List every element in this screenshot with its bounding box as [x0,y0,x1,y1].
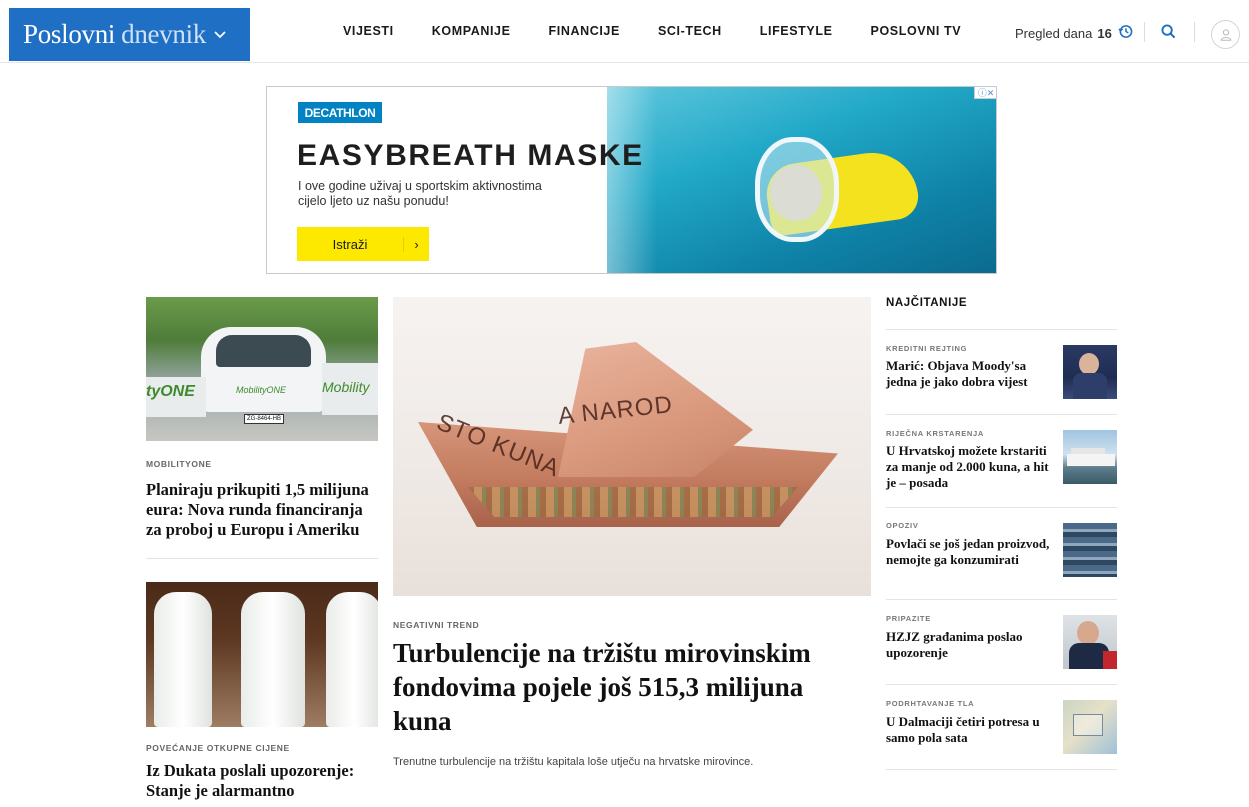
ad-text: I ove godine uživaj u sportskim aktivnos… [298,179,542,208]
ad-snorkel-image [537,87,996,273]
most-read-item[interactable]: KREDITNI REJTING Marić: Objava Moody'sa … [886,344,1117,399]
logo-part2: dnevnik [121,19,207,49]
nav-kompanije[interactable]: KOMPANIJE [432,24,511,38]
most-read-title[interactable]: U Dalmaciji četiri potresa u samo pola s… [886,714,1051,746]
main-article-description: Trenutne turbulencije na tržištu kapital… [393,756,754,768]
most-read-thumb[interactable] [1063,430,1117,484]
article-title[interactable]: Iz Dukata poslali upozorenje: Stanje je … [146,761,378,801]
most-read-item[interactable]: RIJEČNA KRSTARENJA U Hrvatskoj možete kr… [886,429,1117,490]
most-read-thumb[interactable] [1063,700,1117,754]
sidebar-divider [886,599,1117,600]
most-read-title[interactable]: Marić: Objava Moody'sa jedna je jako dob… [886,358,1051,390]
sidebar-divider [886,507,1117,508]
history-clock-icon [1112,24,1133,42]
main-article-image[interactable]: A NAROD STO KUNA [393,297,871,596]
most-read-item[interactable]: PODRHTAVANJE TLA U Dalmaciji četiri potr… [886,699,1117,754]
pregled-label: Pregled dana [1015,25,1093,41]
ad-title: EASYBREATH MASKE [297,139,644,172]
most-read-title[interactable]: HZJZ građanima poslao upozorenje [886,629,1051,661]
ad-cta-label: Istraži [332,236,368,252]
nav-vijesti[interactable]: VIJESTI [343,24,394,38]
article-image[interactable] [146,582,378,727]
article-kicker: MOBILITYONE [146,459,212,469]
article-card[interactable]: POVEĆANJE OTKUPNE CIJENE Iz Dukata posla… [146,582,378,801]
most-read-item[interactable]: PRIPAZITE HZJZ građanima poslao upozoren… [886,614,1117,669]
most-read-title[interactable]: Povlači se još jedan proizvod, nemojte g… [886,536,1051,568]
ad-cta-button[interactable]: Istraži › [297,227,429,261]
search-icon[interactable] [1161,24,1176,44]
most-read-title[interactable]: U Hrvatskoj možete krstariti za manje od… [886,443,1051,491]
article-kicker: POVEĆANJE OTKUPNE CIJENE [146,743,290,753]
most-read-heading: NAJČITANIJE [886,297,968,309]
logo-part1: Poslovni [23,19,116,49]
main-nav: VIJESTI KOMPANIJE FINANCIJE SCI-TECH LIF… [343,24,999,38]
sidebar-divider [886,414,1117,415]
nav-financije[interactable]: FINANCIJE [549,24,620,38]
most-read-item[interactable]: OPOZIV Povlači se još jedan proizvod, ne… [886,521,1117,577]
sidebar-divider [886,769,1117,770]
sidebar-divider [886,684,1117,685]
most-read-thumb[interactable] [1063,615,1117,669]
ad-banner[interactable]: DECATHLON EASYBREATH MASKE I ove godine … [266,86,997,274]
article-card[interactable]: tyONE Mobility MobilityONE ZG-8464-HB MO… [146,297,378,540]
ad-brand-logo: DECATHLON [298,102,382,123]
nav-poslovni-tv[interactable]: POSLOVNI TV [871,24,962,38]
most-read-thumb[interactable] [1063,345,1117,399]
header-separator [1144,22,1145,42]
header-separator [1194,22,1195,42]
main-article-kicker: NEGATIVNI TREND [393,620,480,630]
most-read-thumb[interactable] [1063,523,1117,577]
pregled-dana-link[interactable]: Pregled dana 16 [1015,24,1133,42]
ad-choices-icon[interactable]: ⓘ✕ [974,87,996,99]
chevron-down-icon [214,27,226,44]
nav-lifestyle[interactable]: LIFESTYLE [760,24,833,38]
article-title[interactable]: Planiraju prikupiti 1,5 milijuna eura: N… [146,480,378,540]
nav-sci-tech[interactable]: SCI-TECH [658,24,722,38]
site-logo[interactable]: Poslovni dnevnik [9,8,250,61]
article-divider [146,558,378,559]
chevron-right-icon: › [403,236,429,252]
user-account-icon[interactable] [1211,20,1240,49]
pregled-count: 16 [1097,25,1112,41]
site-header: Poslovni dnevnik VIJESTI KOMPANIJE FINAN… [0,0,1249,63]
main-article-title[interactable]: Turbulencije na tržištu mirovinskim fond… [393,636,863,738]
article-image[interactable]: tyONE Mobility MobilityONE ZG-8464-HB [146,297,378,441]
sidebar-divider [886,329,1117,330]
